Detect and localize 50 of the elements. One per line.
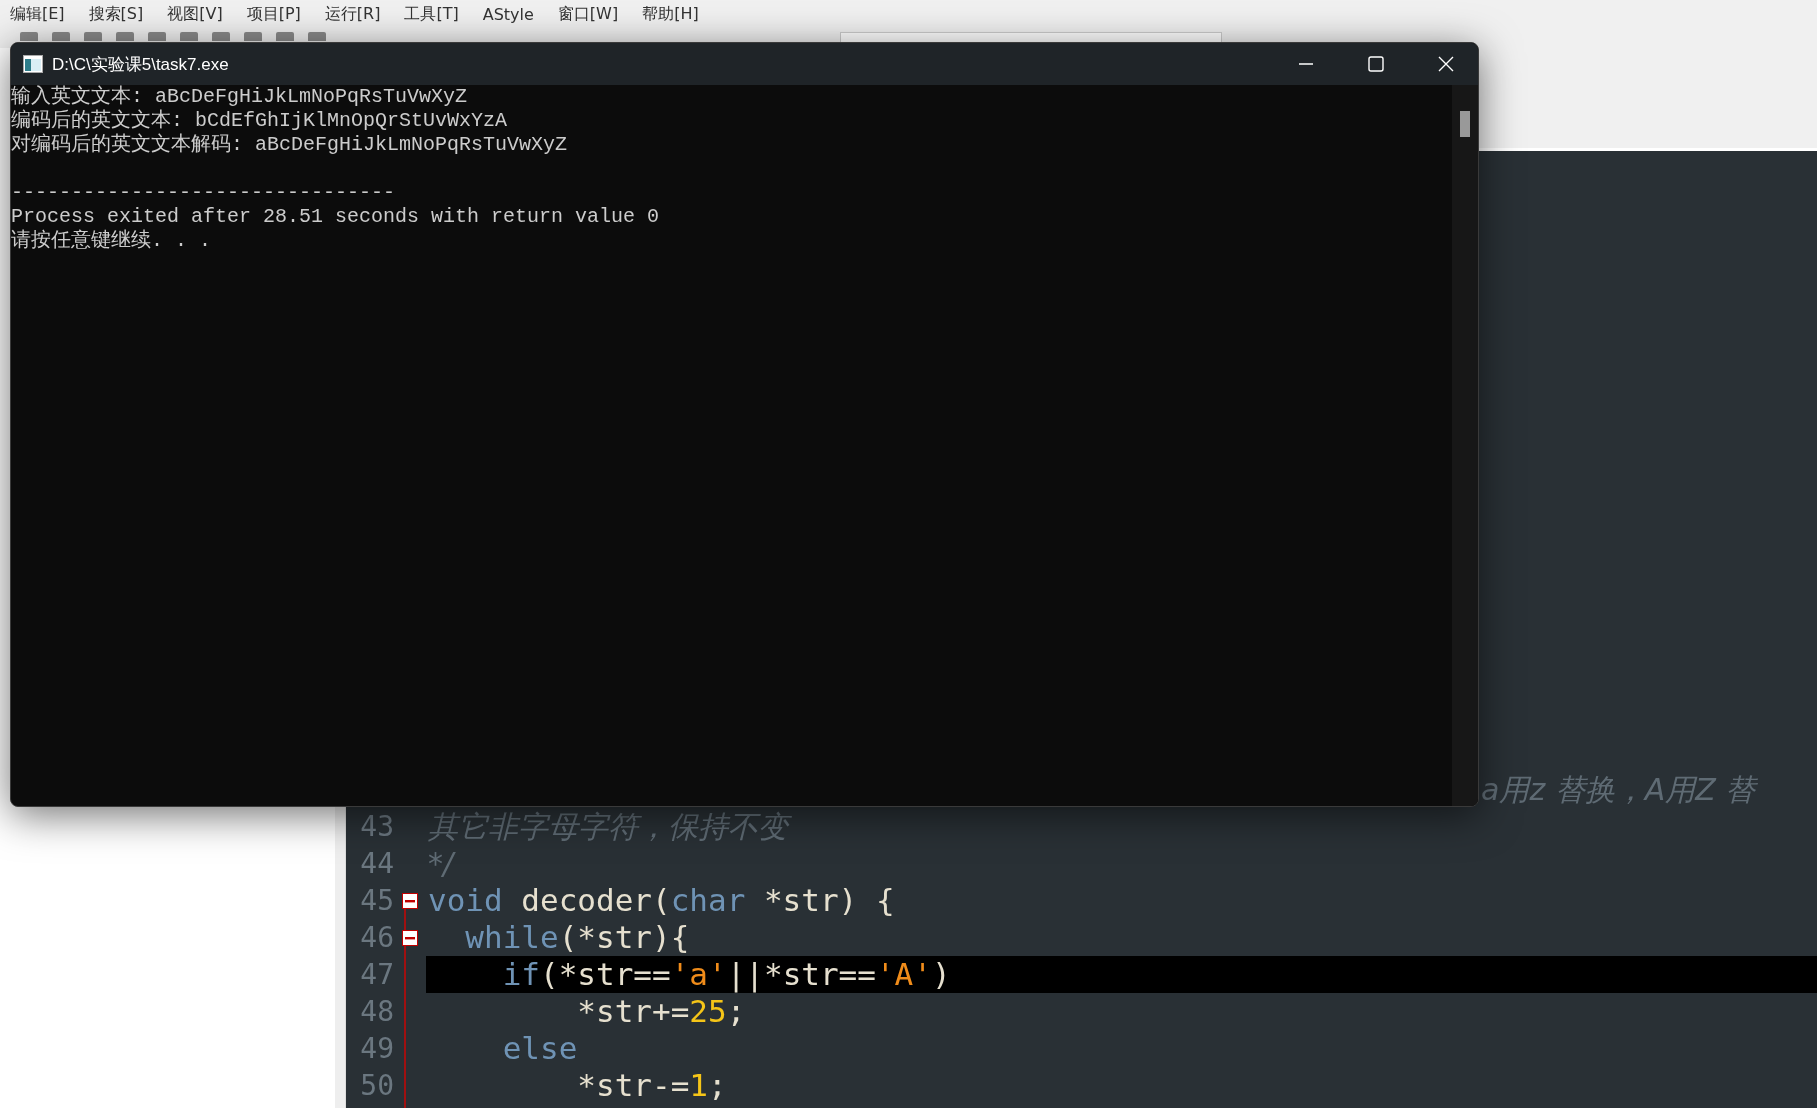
console-app-icon	[23, 55, 43, 73]
fold-toggle-icon[interactable]	[402, 892, 418, 909]
line-number: 46	[360, 921, 394, 954]
code-line: void decoder(char *str) {	[427, 882, 896, 919]
line-number: 45	[360, 884, 394, 917]
code-line: */	[427, 845, 457, 882]
line-number: 43	[360, 810, 394, 843]
menu-item[interactable]: AStyle	[482, 4, 534, 24]
console-output-line: Process exited after 28.51 seconds with return value 0	[11, 205, 660, 228]
line-number: 49	[360, 1032, 394, 1065]
menu-item[interactable]: 项目[P]	[246, 3, 301, 25]
code-line: else	[501, 1030, 579, 1067]
separator-line: --------------------------------	[11, 181, 396, 204]
menu-item[interactable]: 搜索[S]	[88, 3, 144, 25]
close-icon[interactable]	[1436, 54, 1456, 74]
toolbar-icon[interactable]	[84, 32, 102, 41]
console-output-line: 输入英文文本: aBcDeFgHiJkLmNoPqRsTuVwXyZ	[11, 85, 468, 108]
toolbar-icon[interactable]	[116, 32, 134, 41]
toolbar-icon[interactable]	[276, 32, 294, 41]
menu-item[interactable]: 窗口[W]	[557, 3, 619, 25]
toolbar-icon[interactable]	[244, 32, 262, 41]
toolbar-icon[interactable]	[180, 32, 198, 41]
code-line: *str-=1;	[576, 1067, 728, 1104]
line-number: 48	[360, 995, 394, 1028]
menu-item[interactable]: 运行[R]	[324, 3, 381, 25]
toolbar-icon[interactable]	[52, 32, 70, 41]
toolbar-icon[interactable]	[308, 32, 326, 41]
menu-item[interactable]: 帮助[H]	[642, 3, 699, 25]
line-number: 47	[360, 958, 394, 991]
menu-item[interactable]: 编辑[E]	[10, 3, 65, 25]
menu-item[interactable]: 工具[T]	[404, 3, 459, 25]
code-line: while(*str){	[464, 919, 691, 956]
toolbar-icon[interactable]	[20, 32, 38, 41]
scrollbar[interactable]	[1452, 85, 1478, 806]
window-title: D:\C\实验课5\task7.exe	[52, 53, 229, 76]
console-output-line: 对编码后的英文文本解码: aBcDeFgHiJkLmNoPqRsTuVwXyZ	[11, 133, 568, 156]
fold-toggle-icon[interactable]	[402, 929, 418, 946]
toolbar-icon[interactable]	[148, 32, 166, 41]
toolbar-icon[interactable]	[212, 32, 230, 41]
toolbar-dropdown[interactable]	[840, 32, 1222, 42]
code-line: 其它非字母字符，保持不变	[426, 808, 1817, 845]
code-line: *str+=25;	[576, 993, 747, 1030]
console-output-line: 编码后的英文文本: bCdEfGhIjKlMnOpQrStUvWxYzA	[11, 109, 508, 132]
line-number: 44	[360, 847, 394, 880]
console-output-line: 请按任意键继续. . .	[11, 229, 211, 252]
line-number: 50	[360, 1069, 394, 1102]
menu-item[interactable]: 视图[V]	[167, 3, 223, 25]
maximize-icon[interactable]	[1366, 54, 1386, 74]
code-line: a用z 替换，A用Z 替	[1480, 771, 1759, 808]
scrollbar-thumb[interactable]	[1460, 111, 1470, 137]
